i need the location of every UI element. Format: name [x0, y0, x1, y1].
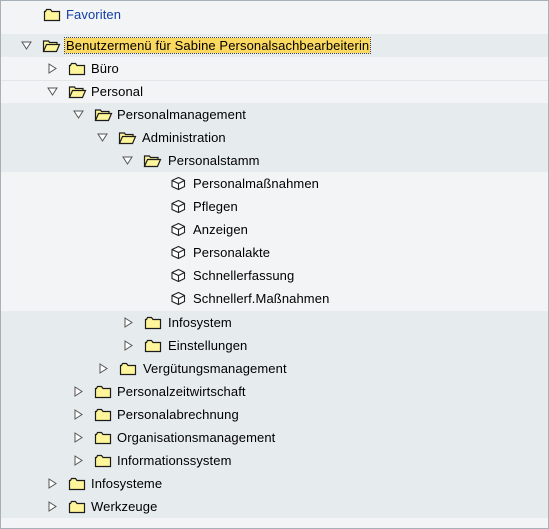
tree-node-personalzeitwirtschaft[interactable]: Personalzeitwirtschaft [1, 380, 548, 403]
tree-node-label[interactable]: Organisationsmanagement [117, 430, 275, 445]
tree-node-anzeigen[interactable]: Anzeigen [1, 218, 548, 241]
tree-node-einstellungen[interactable]: Einstellungen [1, 334, 548, 357]
folder-icon [94, 453, 112, 468]
tree-node-schnellerf-massnahmen[interactable]: Schnellerf.Maßnahmen [1, 287, 548, 310]
tree-node-label[interactable]: Favoriten [66, 7, 121, 22]
triangle-down-icon[interactable] [97, 131, 108, 142]
transaction-cube-icon [169, 176, 187, 191]
tree-node-label[interactable]: Pflegen [193, 199, 238, 214]
triangle-right-icon[interactable] [47, 500, 58, 512]
folder-open-icon [118, 130, 137, 145]
folder-icon [94, 407, 112, 422]
triangle-down-icon[interactable] [122, 154, 133, 165]
folder-icon [94, 384, 112, 399]
folder-open-icon [94, 107, 113, 122]
triangle-down-icon[interactable] [73, 108, 84, 119]
tree-node-label[interactable]: Personalakte [193, 245, 270, 260]
transaction-cube-icon [169, 222, 187, 237]
tree-node-label[interactable]: Personal [91, 84, 143, 99]
tree-node-infosystem[interactable]: Infosystem [1, 311, 548, 334]
folder-icon [144, 315, 162, 330]
folder-icon [68, 476, 86, 491]
user-menu-tree: Favoriten Benutzermenü für Sabine Person… [0, 0, 549, 529]
triangle-right-icon[interactable] [98, 362, 109, 374]
triangle-right-icon[interactable] [73, 408, 84, 420]
tree-node-personalakte[interactable]: Personalakte [1, 241, 548, 264]
triangle-right-icon[interactable] [73, 385, 84, 397]
transaction-cube-icon [169, 291, 187, 306]
tree-node-label[interactable]: Personalstamm [168, 153, 260, 168]
folder-open-icon [42, 38, 61, 53]
folder-icon [68, 499, 86, 514]
tree-node-label[interactable]: Personalzeitwirtschaft [117, 384, 246, 399]
transaction-cube-icon [169, 245, 187, 260]
tree-node-label[interactable]: Benutzermenü für Sabine Personalsachbear… [63, 37, 372, 54]
tree-node-label[interactable]: Büro [91, 61, 119, 76]
transaction-cube-icon [169, 199, 187, 214]
folder-icon [43, 7, 61, 22]
tree-node-personal[interactable]: Personal [1, 80, 548, 104]
tree-node-label[interactable]: Personalmaßnahmen [193, 176, 319, 191]
triangle-right-icon[interactable] [123, 316, 134, 328]
folder-open-icon [68, 84, 87, 99]
tree-node-favoriten[interactable]: Favoriten [1, 3, 548, 26]
folder-open-icon [143, 153, 162, 168]
tree-node-buero[interactable]: Büro [1, 57, 548, 81]
folder-icon [94, 430, 112, 445]
tree-node-label[interactable]: Informationssystem [117, 453, 232, 468]
tree-node-pflegen[interactable]: Pflegen [1, 195, 548, 218]
tree-node-root[interactable]: Benutzermenü für Sabine Personalsachbear… [1, 34, 548, 57]
tree-node-label[interactable]: Schnellerf.Maßnahmen [193, 291, 329, 306]
folder-icon [144, 338, 162, 353]
tree-node-personalmanagement[interactable]: Personalmanagement [1, 103, 548, 126]
tree-node-informationssystem[interactable]: Informationssystem [1, 449, 548, 472]
triangle-right-icon[interactable] [73, 431, 84, 443]
folder-icon [68, 61, 86, 76]
triangle-right-icon[interactable] [47, 62, 58, 74]
tree-node-label[interactable]: Einstellungen [168, 338, 247, 353]
tree-node-werkzeuge[interactable]: Werkzeuge [1, 495, 548, 518]
tree-node-label[interactable]: Schnellerfassung [193, 268, 294, 283]
tree-node-label[interactable]: Infosystem [168, 315, 232, 330]
tree-node-organisationsmanagement[interactable]: Organisationsmanagement [1, 426, 548, 449]
tree-node-infosysteme[interactable]: Infosysteme [1, 472, 548, 495]
triangle-down-icon[interactable] [47, 85, 58, 96]
triangle-down-icon[interactable] [21, 39, 32, 50]
tree-node-personalmassnahmen[interactable]: Personalmaßnahmen [1, 172, 548, 195]
tree-node-label[interactable]: Personalabrechnung [117, 407, 239, 422]
tree-node-label[interactable]: Werkzeuge [91, 499, 157, 514]
tree-node-verguetungsmanagement[interactable]: Vergütungsmanagement [1, 357, 548, 380]
transaction-cube-icon [169, 268, 187, 283]
triangle-right-icon[interactable] [73, 454, 84, 466]
tree-node-label[interactable]: Vergütungsmanagement [143, 361, 287, 376]
triangle-right-icon[interactable] [47, 477, 58, 489]
tree-node-administration[interactable]: Administration [1, 126, 548, 149]
tree-node-personalstamm[interactable]: Personalstamm [1, 149, 548, 172]
tree-node-label[interactable]: Personalmanagement [117, 107, 246, 122]
tree-node-label[interactable]: Anzeigen [193, 222, 248, 237]
tree-node-label[interactable]: Administration [142, 130, 226, 145]
folder-icon [119, 361, 137, 376]
triangle-right-icon[interactable] [123, 339, 134, 351]
tree-node-schnellerfassung[interactable]: Schnellerfassung [1, 264, 548, 287]
tree-node-personalabrechnung[interactable]: Personalabrechnung [1, 403, 548, 426]
tree-node-label[interactable]: Infosysteme [91, 476, 162, 491]
